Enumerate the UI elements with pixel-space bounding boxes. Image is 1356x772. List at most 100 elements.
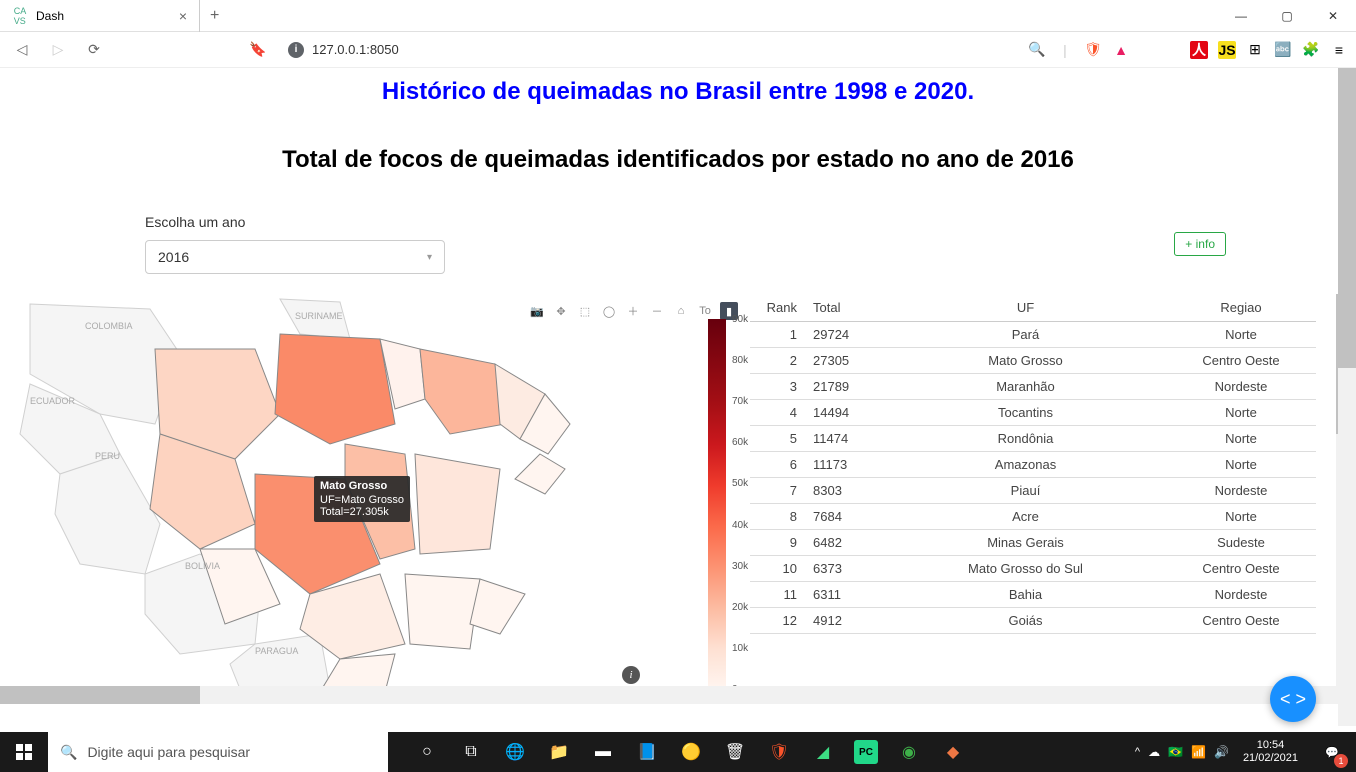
colorbar-tick: 20k [732, 602, 748, 613]
page-v-scrollbar[interactable] [1338, 68, 1356, 726]
table-row[interactable]: 511474RondôniaNorte [750, 426, 1316, 452]
table-row[interactable]: 414494TocantinsNorte [750, 400, 1316, 426]
edge-icon[interactable]: 🌐 [494, 732, 536, 772]
pan-icon[interactable]: ✥ [552, 302, 570, 320]
home-icon[interactable]: ⌂ [672, 302, 690, 320]
dash-debug-button[interactable]: < > [1270, 676, 1316, 722]
bookmark-icon[interactable]: 🔖 [244, 36, 272, 64]
table-row[interactable]: 96482Minas GeraisSudeste [750, 530, 1316, 556]
table-cell: 4912 [805, 608, 885, 634]
table-cell: 6373 [805, 556, 885, 582]
table-row[interactable]: 124912GoiásCentro Oeste [750, 608, 1316, 634]
forward-button[interactable]: ▷ [44, 36, 72, 64]
table-cell: 1 [750, 322, 805, 348]
onedrive-icon[interactable]: ☁ [1148, 745, 1160, 759]
table-header: Regiao [1166, 294, 1316, 322]
brave-rewards-icon[interactable]: ▲ [1112, 41, 1130, 59]
camera-icon[interactable]: 📷 [528, 302, 546, 320]
pycharm-icon[interactable]: PC [854, 740, 878, 764]
table-cell: Norte [1166, 400, 1316, 426]
browser-tab[interactable]: CAVS Dash × [0, 0, 200, 32]
table-cell: 8 [750, 504, 805, 530]
wifi-icon[interactable]: 📶 [1191, 745, 1206, 759]
search-placeholder: Digite aqui para pesquisar [87, 744, 250, 760]
maximize-button[interactable]: ▢ [1264, 0, 1310, 32]
box-select-icon[interactable]: ⬚ [576, 302, 594, 320]
translate-ext-icon[interactable]: 🔤 [1274, 41, 1292, 59]
chrome-icon[interactable]: 🟡 [670, 732, 712, 772]
site-info-icon[interactable]: i [288, 42, 304, 58]
address-bar[interactable]: i 127.0.0.1:8050 [280, 42, 1020, 58]
year-dropdown[interactable]: 2016 [145, 240, 445, 274]
table-row[interactable]: 227305Mato GrossoCentro Oeste [750, 348, 1316, 374]
menu-icon[interactable]: ≡ [1330, 41, 1348, 59]
search-icon: 🔍 [60, 744, 77, 761]
android-studio-icon[interactable]: ◢ [802, 732, 844, 772]
table-cell: Norte [1166, 504, 1316, 530]
anaconda-icon[interactable]: ◉ [888, 732, 930, 772]
extensions-area: 🔍 | 🛡 ▲ 人 JS ⊞ 🔤 🧩 ≡ [1028, 41, 1348, 59]
table-cell: Acre [885, 504, 1166, 530]
volume-icon[interactable]: 🔊 [1214, 745, 1229, 759]
recycle-icon[interactable]: 🗑 [714, 732, 756, 772]
table-cell: 9 [750, 530, 805, 556]
table-cell: Centro Oeste [1166, 608, 1316, 634]
vscode-icon[interactable]: ◆ [932, 732, 974, 772]
info-button[interactable]: + info [1174, 232, 1226, 256]
choropleth-map[interactable]: COLOMBIA ECUADOR PERU BOLIVIA PARAGUA SU… [0, 294, 670, 694]
year-value: 2016 [158, 249, 189, 265]
tab-favicon: CAVS [12, 8, 28, 24]
table-cell: Norte [1166, 426, 1316, 452]
plotly-toolbar: 📷 ✥ ⬚ ◯ ＋ － ⌂ To ▮ [528, 302, 738, 320]
taskbar-search[interactable]: 🔍 Digite aqui para pesquisar [48, 732, 388, 772]
extensions-puzzle-icon[interactable]: 🧩 [1302, 41, 1320, 59]
taskbar-clock[interactable]: 10:54 21/02/2021 [1237, 739, 1304, 765]
js-ext-icon[interactable]: JS [1218, 41, 1236, 59]
adobe-ext-icon[interactable]: 人 [1190, 41, 1208, 59]
language-icon[interactable]: 🇧🇷 [1168, 745, 1183, 759]
table-cell: Norte [1166, 322, 1316, 348]
book-icon[interactable]: 📘 [626, 732, 668, 772]
table-row[interactable]: 611173AmazonasNorte [750, 452, 1316, 478]
table-row[interactable]: 106373Mato Grosso do SulCentro Oeste [750, 556, 1316, 582]
table-row[interactable]: 78303PiauíNordeste [750, 478, 1316, 504]
table-row[interactable]: 129724ParáNorte [750, 322, 1316, 348]
lasso-icon[interactable]: ◯ [600, 302, 618, 320]
browser-titlebar: CAVS Dash × + — ▢ ✕ [0, 0, 1356, 32]
minimize-button[interactable]: — [1218, 0, 1264, 32]
table-cell: Piauí [885, 478, 1166, 504]
reload-button[interactable]: ⟳ [80, 36, 108, 64]
cortana-icon[interactable]: ○ [406, 732, 448, 772]
table-cell: 29724 [805, 322, 885, 348]
brave-icon[interactable]: 🛡 [758, 732, 800, 772]
zoom-icon[interactable]: 🔍 [1028, 41, 1046, 59]
toggle-icon[interactable]: To [696, 302, 714, 320]
map-info-icon[interactable]: i [622, 666, 640, 684]
table-row[interactable]: 116311BahiaNordeste [750, 582, 1316, 608]
table-cell: 12 [750, 608, 805, 634]
table-cell: Norte [1166, 452, 1316, 478]
tray-expand-icon[interactable]: ^ [1135, 746, 1140, 758]
new-tab-button[interactable]: + [200, 7, 229, 25]
back-button[interactable]: ◁ [8, 36, 36, 64]
data-table: RankTotalUFRegiao 129724ParáNorte227305M… [750, 294, 1316, 634]
zoom-out-icon[interactable]: － [648, 302, 666, 320]
ms-ext-icon[interactable]: ⊞ [1246, 41, 1264, 59]
table-cell: 27305 [805, 348, 885, 374]
year-select-label: Escolha um ano [145, 214, 445, 230]
table-row[interactable]: 321789MaranhãoNordeste [750, 374, 1316, 400]
close-tab-icon[interactable]: × [179, 8, 187, 24]
taskview-icon[interactable]: ⧉ [450, 732, 492, 772]
notifications-icon[interactable]: 💬1 [1312, 732, 1352, 772]
page-h-scrollbar[interactable] [0, 686, 1338, 704]
table-cell: Nordeste [1166, 582, 1316, 608]
table-row[interactable]: 87684AcreNorte [750, 504, 1316, 530]
start-button[interactable] [0, 732, 48, 772]
zoom-in-icon[interactable]: ＋ [624, 302, 642, 320]
brave-shield-icon[interactable]: 🛡 [1084, 41, 1102, 59]
terminal-icon[interactable]: ▬ [582, 732, 624, 772]
windows-taskbar: 🔍 Digite aqui para pesquisar ○ ⧉ 🌐 📁 ▬ 📘… [0, 732, 1356, 772]
table-cell: 11474 [805, 426, 885, 452]
close-window-button[interactable]: ✕ [1310, 0, 1356, 32]
explorer-icon[interactable]: 📁 [538, 732, 580, 772]
